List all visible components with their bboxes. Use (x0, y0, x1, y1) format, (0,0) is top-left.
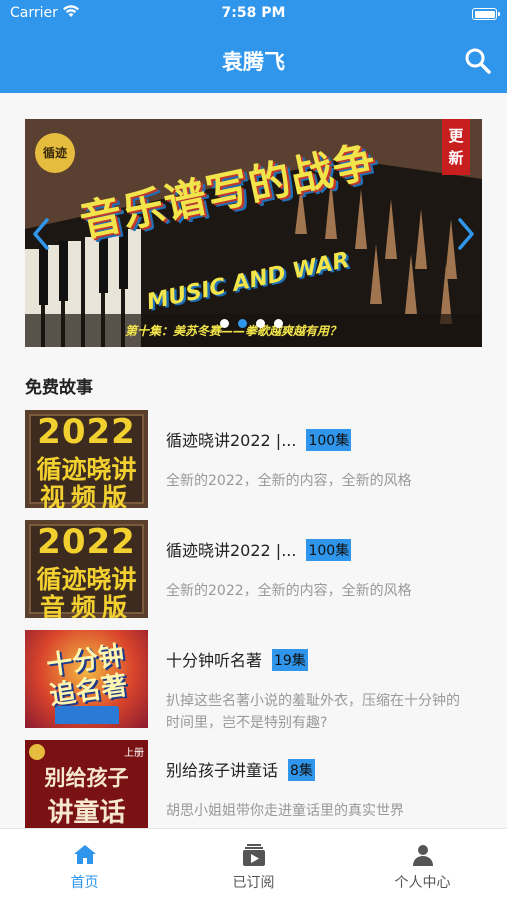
page-title: 袁腾飞 (222, 50, 285, 74)
volume-label: 上册 (124, 748, 144, 759)
tab-label: 首页 (70, 875, 99, 891)
chevron-left-icon[interactable] (29, 216, 53, 252)
episode-count-badge: 100集 (306, 429, 352, 451)
episode-count-badge: 100集 (306, 539, 352, 561)
section-title: 免费故事 (25, 378, 93, 398)
story-description: 扒掉这些名著小说的羞耻外衣，压缩在十分钟的时间里，岂不是特别有趣? (166, 693, 460, 731)
cover-subtitle: 讲童话 (47, 798, 126, 828)
story-title: 循迹晓讲2022 |... 100集 (166, 539, 352, 561)
cover-year: 2022 (37, 412, 136, 452)
tab-bar: 首页 已订阅 个人中心 (0, 828, 507, 900)
brand-logo: 循迹 (35, 133, 75, 173)
story-item[interactable]: 2022 循迹晓讲 视频版 循迹晓讲2022 |... 100集 全新的2022，… (0, 410, 507, 520)
story-cover: 十分钟 追名著 (25, 630, 148, 728)
story-title: 循迹晓讲2022 |... 100集 (166, 429, 352, 451)
home-icon (74, 845, 96, 864)
status-bar: Carrier 7:58 PM (0, 0, 507, 28)
story-description: 全新的2022，全新的内容，全新的风格 (166, 583, 412, 599)
subscription-icon (243, 844, 265, 866)
story-item[interactable]: 上册 别给孩子 讲童话 别给孩子讲童话 8集 胡思小姐姐带你走进童话里的真实世界 (0, 740, 507, 828)
episode-count-badge: 8集 (288, 759, 315, 781)
tab-profile[interactable]: 个人中心 (338, 829, 507, 900)
cover-title: 别给孩子 (44, 766, 129, 790)
search-icon[interactable] (463, 46, 493, 76)
nav-bar: 袁腾飞 (0, 28, 507, 93)
carousel-dot[interactable] (238, 319, 247, 328)
story-cover: 上册 别给孩子 讲童话 (25, 740, 148, 828)
story-description: 全新的2022，全新的内容，全新的风格 (166, 473, 412, 489)
brand-logo (29, 744, 45, 760)
update-tag: 更新 (442, 119, 470, 175)
tab-label: 个人中心 (394, 875, 451, 891)
cover-year: 2022 (37, 522, 136, 562)
carousel-dot[interactable] (274, 319, 283, 328)
tab-subscribed[interactable]: 已订阅 (169, 829, 338, 900)
book-icon (55, 706, 119, 724)
tab-label: 已订阅 (232, 875, 275, 891)
battery-icon (472, 8, 500, 20)
tab-home[interactable]: 首页 (0, 829, 169, 900)
carousel-dot[interactable] (256, 319, 265, 328)
story-item[interactable]: 2022 循迹晓讲 音频版 循迹晓讲2022 |... 100集 全新的2022，… (0, 520, 507, 630)
story-item[interactable]: 十分钟 追名著 十分钟听名著 19集 扒掉这些名著小说的羞耻外衣，压缩在十分钟的时… (0, 630, 507, 740)
story-title: 十分钟听名著 19集 (166, 649, 308, 671)
cover-subtitle: 音频版 (39, 593, 133, 618)
carousel-dot[interactable] (220, 319, 229, 328)
chevron-right-icon[interactable] (454, 216, 478, 252)
clock: 7:58 PM (221, 5, 286, 21)
banner-carousel[interactable]: 循迹 更新 音乐谱写的战争 MUSIC AND WAR 第十集：美苏冬赛——拳歌… (25, 119, 482, 347)
story-description: 胡思小姐姐带你走进童话里的真实世界 (166, 803, 404, 819)
story-title: 别给孩子讲童话 8集 (166, 759, 315, 781)
story-cover: 2022 循迹晓讲 视频版 (25, 410, 148, 508)
episode-count-badge: 19集 (272, 649, 308, 671)
person-icon (413, 845, 433, 866)
carousel-dots (220, 319, 300, 329)
cover-subtitle: 视频版 (39, 483, 133, 508)
story-cover: 2022 循迹晓讲 音频版 (25, 520, 148, 618)
main-content[interactable]: 循迹 更新 音乐谱写的战争 MUSIC AND WAR 第十集：美苏冬赛——拳歌… (0, 93, 507, 828)
